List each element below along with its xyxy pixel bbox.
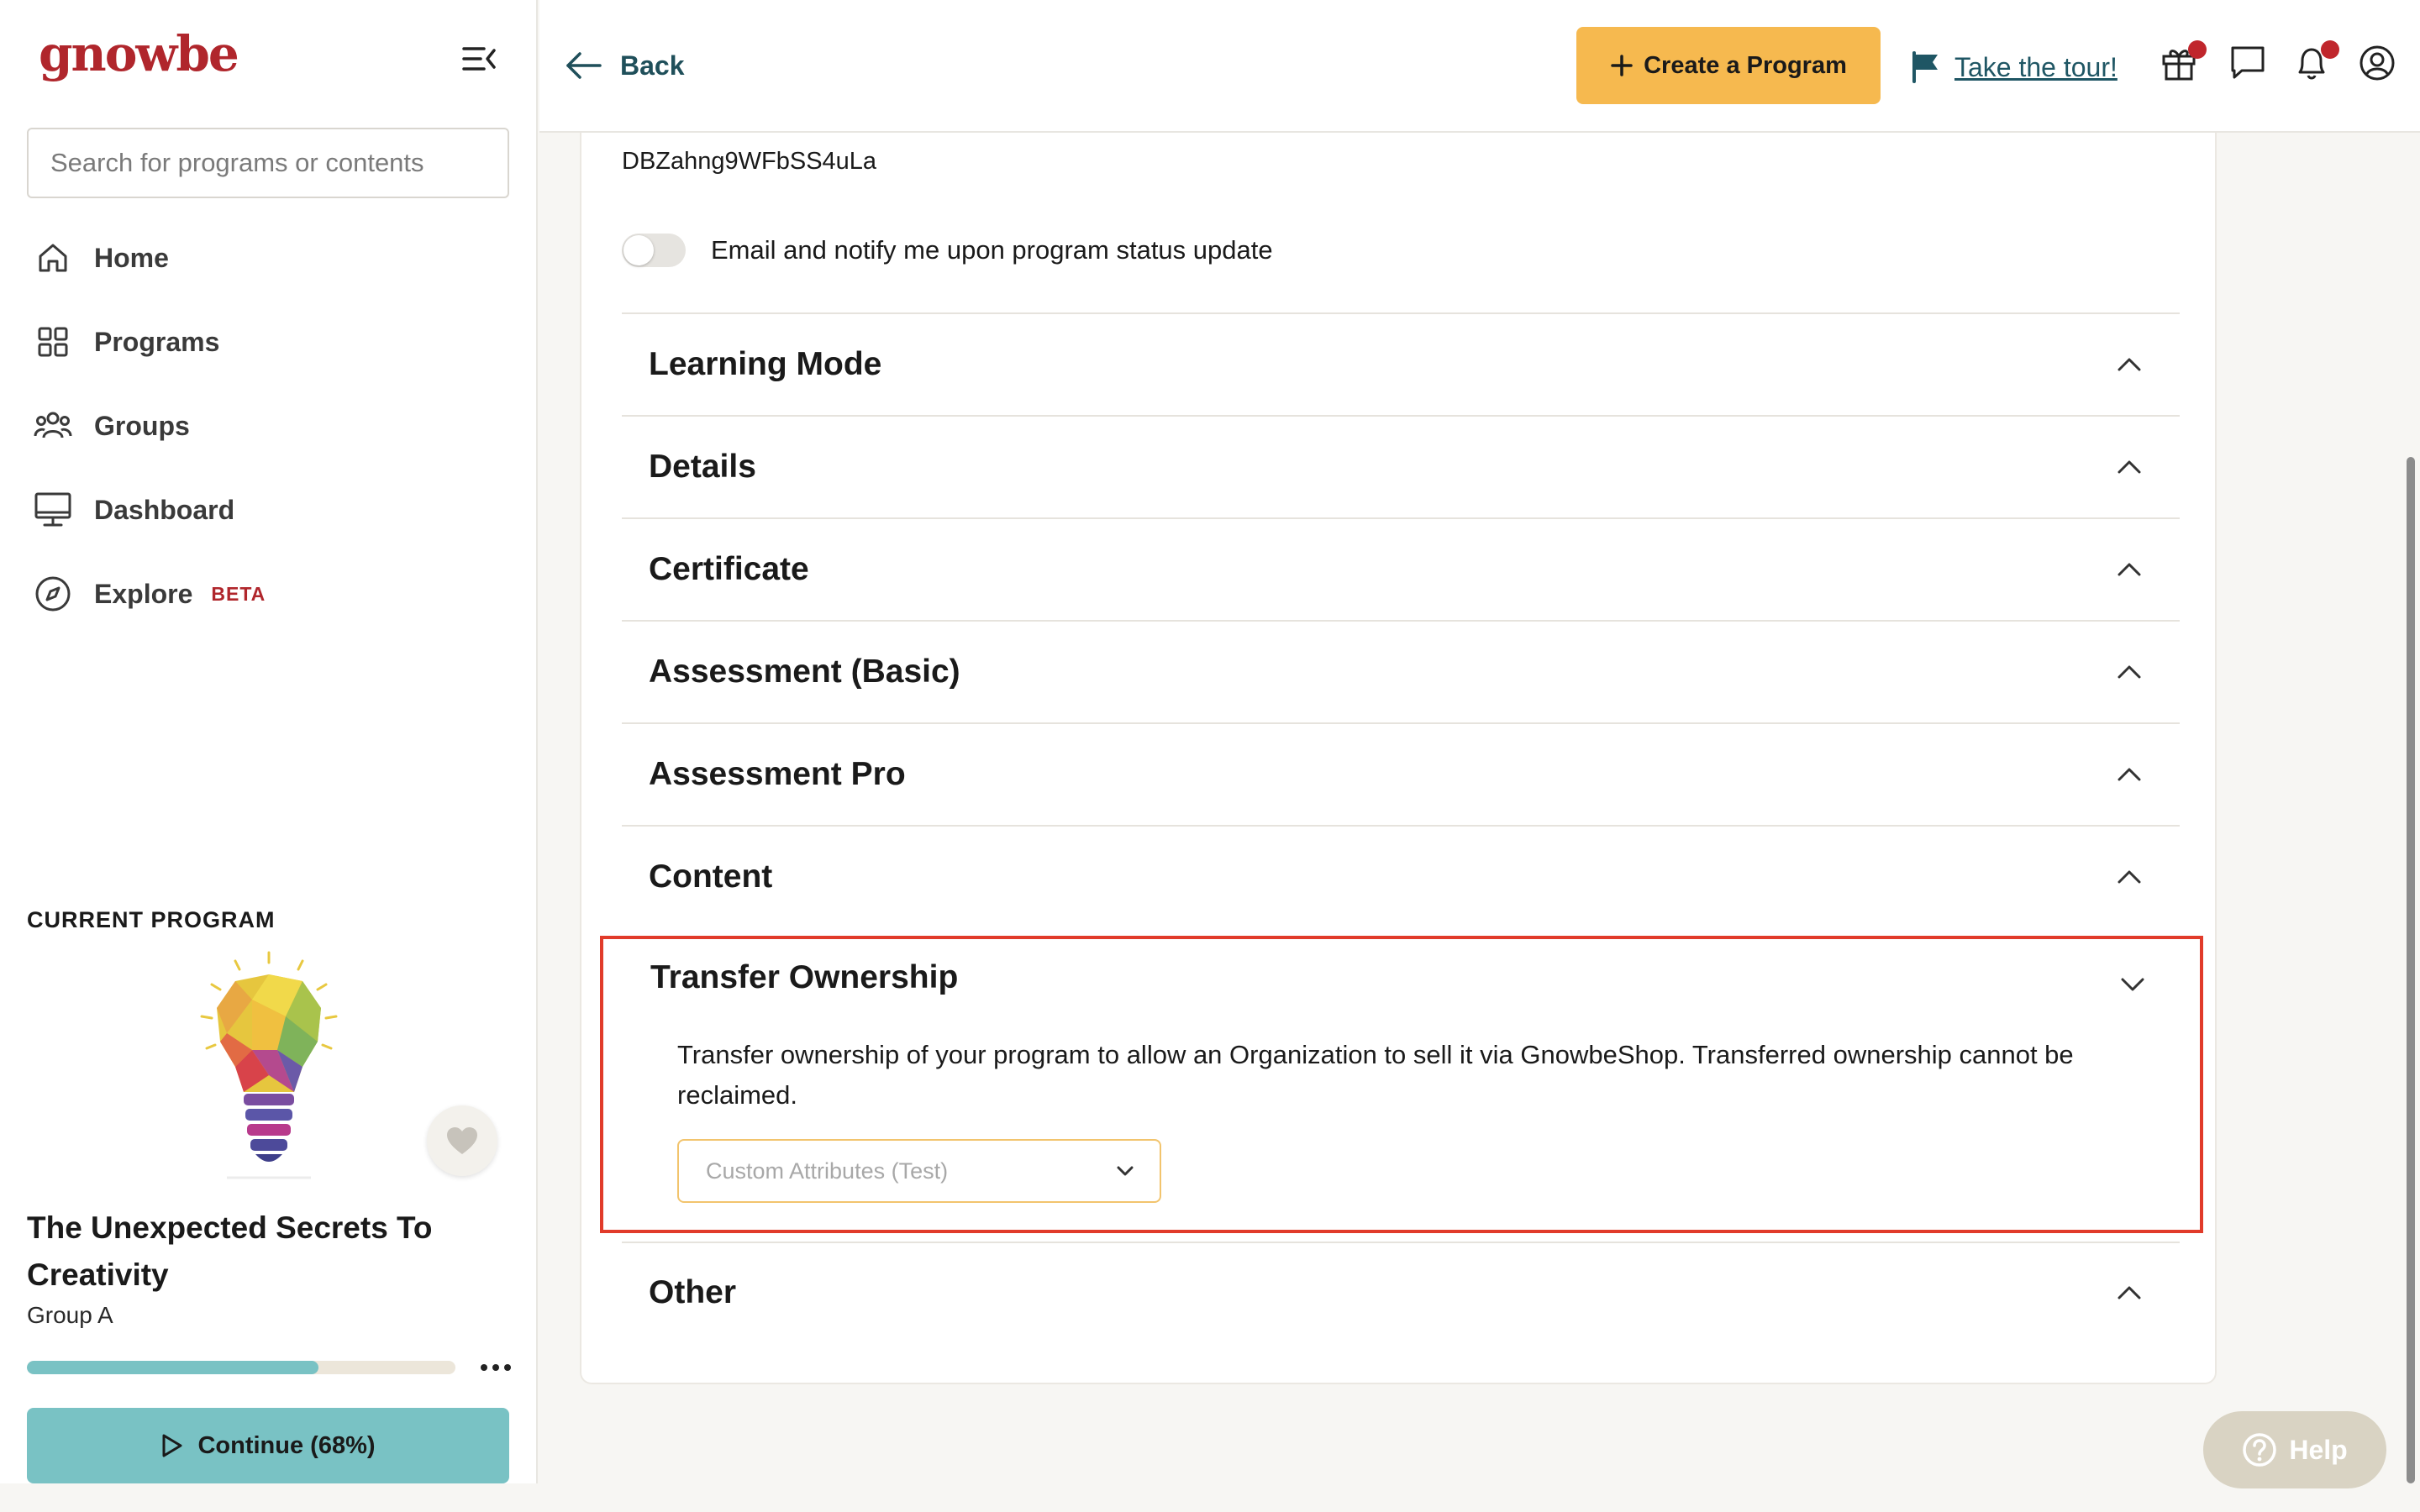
gift-button[interactable]	[2160, 40, 2207, 87]
program-id: DBZahng9WFbSS4uLa	[622, 148, 877, 175]
take-tour-link[interactable]: Take the tour!	[1911, 44, 2118, 91]
select-placeholder: Custom Attributes (Test)	[706, 1158, 949, 1184]
back-button[interactable]: Back	[565, 40, 685, 91]
nav-item-groups[interactable]: Groups	[32, 401, 190, 451]
search-input[interactable]	[27, 128, 509, 198]
take-tour-label: Take the tour!	[1954, 51, 2118, 82]
section-assessment-pro[interactable]: Assessment Pro	[622, 722, 2180, 825]
help-button[interactable]: Help	[2203, 1411, 2386, 1488]
chevron-up-icon	[2118, 460, 2141, 474]
current-program-heading: CURRENT PROGRAM	[27, 907, 276, 932]
scrollbar[interactable]	[2407, 457, 2415, 1483]
collapse-menu-icon	[462, 47, 496, 71]
nav-label: Dashboard	[94, 494, 235, 525]
chevron-up-icon	[2118, 1286, 2141, 1299]
sidebar: gnowbe Home Programs	[0, 0, 538, 1483]
dot	[492, 1364, 499, 1371]
heart-icon	[447, 1127, 477, 1154]
grid-icon	[32, 321, 74, 363]
users-icon	[32, 405, 74, 447]
continue-button[interactable]: Continue (68%)	[27, 1408, 509, 1483]
section-title: Learning Mode	[649, 346, 882, 382]
section-title: Assessment Pro	[649, 756, 906, 792]
top-bar: Back Create a Program Take the tour!	[539, 0, 2420, 133]
nav-label: Programs	[94, 326, 220, 357]
home-icon	[32, 237, 74, 279]
back-label: Back	[620, 50, 685, 81]
section-title: Other	[649, 1274, 737, 1310]
section-title: Details	[649, 449, 756, 485]
section-transfer-ownership: Transfer Ownership Transfer ownership of…	[600, 936, 2203, 1233]
nav-label: Groups	[94, 410, 190, 441]
play-icon	[162, 1434, 182, 1457]
nav-item-explore[interactable]: Explore BETA	[32, 569, 266, 619]
monitor-icon	[32, 489, 74, 531]
more-options-button[interactable]	[479, 1352, 513, 1383]
chevron-up-icon	[2118, 358, 2141, 371]
current-program-group: Group A	[27, 1302, 113, 1328]
section-title: Certificate	[649, 551, 809, 587]
favorite-button[interactable]	[427, 1105, 497, 1176]
program-progress-fill	[27, 1361, 318, 1374]
nav-label: Home	[94, 242, 169, 273]
nav-item-home[interactable]: Home	[32, 233, 169, 283]
notify-setting: Email and notify me upon program status …	[622, 234, 1273, 267]
notification-dot	[2321, 40, 2339, 59]
section-title[interactable]: Transfer Ownership	[650, 959, 958, 996]
chevron-up-icon	[2118, 768, 2141, 781]
nav-item-dashboard[interactable]: Dashboard	[32, 485, 234, 535]
nav-label: Explore	[94, 578, 193, 609]
chat-button[interactable]	[2228, 44, 2272, 87]
beta-badge: BETA	[211, 582, 266, 605]
notifications-button[interactable]	[2292, 40, 2339, 87]
current-program-title[interactable]: The Unexpected Secrets To Creativity	[27, 1205, 464, 1299]
compass-icon	[32, 573, 74, 615]
section-assessment-basic[interactable]: Assessment (Basic)	[622, 620, 2180, 722]
plus-icon	[1611, 55, 1633, 76]
chevron-down-icon	[1117, 1166, 1134, 1176]
section-learning-mode[interactable]: Learning Mode	[622, 312, 2180, 415]
nav-item-programs[interactable]: Programs	[32, 317, 219, 367]
flag-icon	[1912, 51, 1938, 83]
collapse-sidebar-button[interactable]	[460, 40, 497, 77]
section-content[interactable]: Content	[622, 825, 2180, 927]
chat-icon	[2231, 46, 2265, 79]
section-title: Content	[649, 858, 773, 895]
notification-dot	[2188, 40, 2207, 59]
organization-select[interactable]: Custom Attributes (Test)	[677, 1139, 1161, 1203]
profile-button[interactable]	[2358, 44, 2402, 87]
chevron-up-icon	[2118, 563, 2141, 576]
profile-icon	[2360, 45, 2395, 81]
continue-label: Continue (68%)	[197, 1431, 376, 1459]
lightbulb-illustration	[200, 951, 338, 1179]
chevron-up-icon	[2118, 665, 2141, 679]
section-details[interactable]: Details	[622, 415, 2180, 517]
section-title: Assessment (Basic)	[649, 654, 960, 690]
gnowbe-logo[interactable]: gnowbe	[39, 25, 239, 82]
chevron-up-icon	[2118, 870, 2141, 884]
notify-toggle[interactable]	[622, 234, 686, 267]
help-label: Help	[2289, 1434, 2348, 1465]
section-other[interactable]: Other	[622, 1242, 2180, 1342]
transfer-description: Transfer ownership of your program to al…	[677, 1040, 2074, 1110]
notify-label: Email and notify me upon program status …	[711, 235, 1273, 265]
chevron-down-icon[interactable]	[2116, 968, 2149, 1001]
dot	[481, 1364, 487, 1371]
question-circle-icon	[2243, 1433, 2277, 1467]
arrow-left-icon	[566, 52, 602, 79]
section-certificate[interactable]: Certificate	[622, 517, 2180, 620]
program-progress-bar	[27, 1361, 455, 1374]
dot	[504, 1364, 511, 1371]
create-program-label: Create a Program	[1644, 51, 1847, 79]
create-program-button[interactable]: Create a Program	[1576, 27, 1881, 104]
